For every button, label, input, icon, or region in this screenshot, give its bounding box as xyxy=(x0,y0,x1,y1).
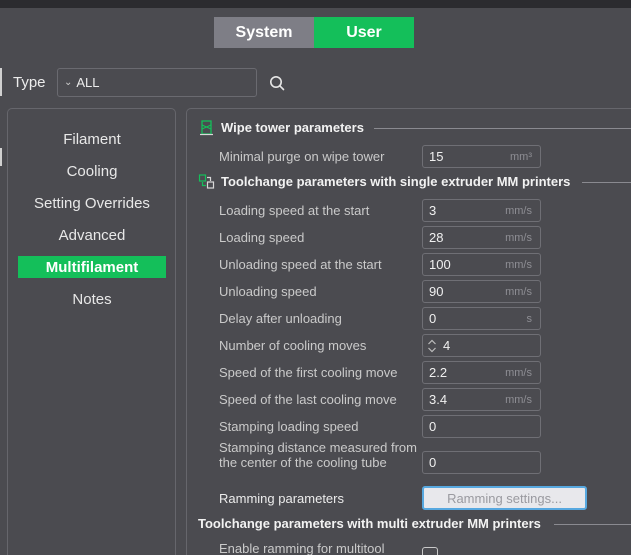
field-value: 15 xyxy=(429,149,444,164)
param-label-minimal-purge: Minimal purge on wipe tower xyxy=(219,149,385,164)
nav-item-multifilament[interactable]: Multifilament xyxy=(18,256,166,278)
cooling-moves-stepper[interactable]: 4 xyxy=(422,334,541,357)
param-label-delay-after-unloading: Delay after unloading xyxy=(219,311,342,326)
left-edge-marker xyxy=(0,68,2,96)
field-unit: mm/s xyxy=(505,231,532,244)
minimal-purge-field[interactable]: 15 mm³ xyxy=(422,145,541,168)
field-unit: mm/s xyxy=(505,258,532,271)
unloading-speed-start-field[interactable]: 100 mm/s xyxy=(422,253,541,276)
delay-after-unloading-field[interactable]: 0 s xyxy=(422,307,541,330)
field-unit: mm/s xyxy=(505,366,532,379)
last-cooling-speed-field[interactable]: 3.4 mm/s xyxy=(422,388,541,411)
tab-system[interactable]: System xyxy=(214,17,314,48)
field-unit: mm/s xyxy=(505,204,532,217)
param-label-first-cooling-speed: Speed of the first cooling move xyxy=(219,365,398,380)
field-value: 4 xyxy=(443,338,451,353)
field-value: 0 xyxy=(429,311,437,326)
nav-item-notes[interactable]: Notes xyxy=(18,288,166,310)
enable-ramming-checkbox[interactable] xyxy=(422,547,438,555)
field-unit: s xyxy=(526,312,533,325)
search-icon[interactable] xyxy=(268,74,286,92)
nav-item-advanced[interactable]: Advanced xyxy=(18,224,166,246)
field-unit: mm/s xyxy=(505,393,532,406)
section-wipe-tower: Wipe tower parameters xyxy=(198,119,364,136)
type-select[interactable]: ⌄ ALL xyxy=(57,68,257,97)
field-value: 3.4 xyxy=(429,392,448,407)
field-value: 100 xyxy=(429,257,451,272)
param-label-last-cooling-speed: Speed of the last cooling move xyxy=(219,392,397,407)
tab-user[interactable]: User xyxy=(314,17,414,48)
field-value: 28 xyxy=(429,230,444,245)
param-label-cooling-moves: Number of cooling moves xyxy=(219,338,367,353)
param-label-unloading-speed: Unloading speed xyxy=(219,284,317,299)
nav-item-filament[interactable]: Filament xyxy=(18,128,166,150)
section-single-extruder: Toolchange parameters with single extrud… xyxy=(198,173,570,190)
param-label-unloading-speed-start: Unloading speed at the start xyxy=(219,257,382,272)
section-divider xyxy=(554,524,631,525)
type-label: Type xyxy=(13,74,46,91)
param-label-loading-speed-start: Loading speed at the start xyxy=(219,203,370,218)
section-multi-extruder: Toolchange parameters with multi extrude… xyxy=(198,516,541,531)
wipe-tower-icon xyxy=(200,120,213,136)
top-bar xyxy=(0,0,631,8)
first-cooling-speed-field[interactable]: 2.2 mm/s xyxy=(422,361,541,384)
field-value: 0 xyxy=(429,455,437,470)
param-label-loading-speed: Loading speed xyxy=(219,230,305,245)
param-label-stamping-distance: Stamping distance measured from the cent… xyxy=(219,440,417,470)
spin-arrows-icon[interactable] xyxy=(426,338,438,354)
section-title-wipe-tower: Wipe tower parameters xyxy=(221,120,364,135)
loading-speed-field[interactable]: 28 mm/s xyxy=(422,226,541,249)
nav-edge-marker xyxy=(0,148,2,166)
field-unit: mm/s xyxy=(505,285,532,298)
ramming-settings-button[interactable]: Ramming settings... xyxy=(422,486,587,510)
toolchange-icon xyxy=(198,174,215,189)
ramming-parameters-label: Ramming parameters xyxy=(219,491,344,506)
field-value: 0 xyxy=(429,419,437,434)
section-divider xyxy=(374,128,631,129)
nav-item-cooling[interactable]: Cooling xyxy=(18,160,166,182)
chevron-down-icon: ⌄ xyxy=(64,77,73,88)
type-select-value: ALL xyxy=(76,75,100,90)
stamping-loading-speed-field[interactable]: 0 xyxy=(422,415,541,438)
field-value: 2.2 xyxy=(429,365,448,380)
section-divider xyxy=(582,182,631,183)
loading-speed-start-field[interactable]: 3 mm/s xyxy=(422,199,541,222)
param-label-enable-ramming-multitool: Enable ramming for multitool xyxy=(219,541,385,555)
field-value: 90 xyxy=(429,284,444,299)
field-unit: mm³ xyxy=(510,150,532,163)
category-nav: Filament Cooling Setting Overrides Advan… xyxy=(7,108,176,555)
field-value: 3 xyxy=(429,203,437,218)
section-title-single-extruder: Toolchange parameters with single extrud… xyxy=(221,174,571,189)
unloading-speed-field[interactable]: 90 mm/s xyxy=(422,280,541,303)
param-label-stamping-loading-speed: Stamping loading speed xyxy=(219,419,359,434)
section-title-multi-extruder: Toolchange parameters with multi extrude… xyxy=(198,516,541,531)
stamping-distance-field[interactable]: 0 xyxy=(422,451,541,474)
nav-item-setting-overrides[interactable]: Setting Overrides xyxy=(18,192,166,214)
